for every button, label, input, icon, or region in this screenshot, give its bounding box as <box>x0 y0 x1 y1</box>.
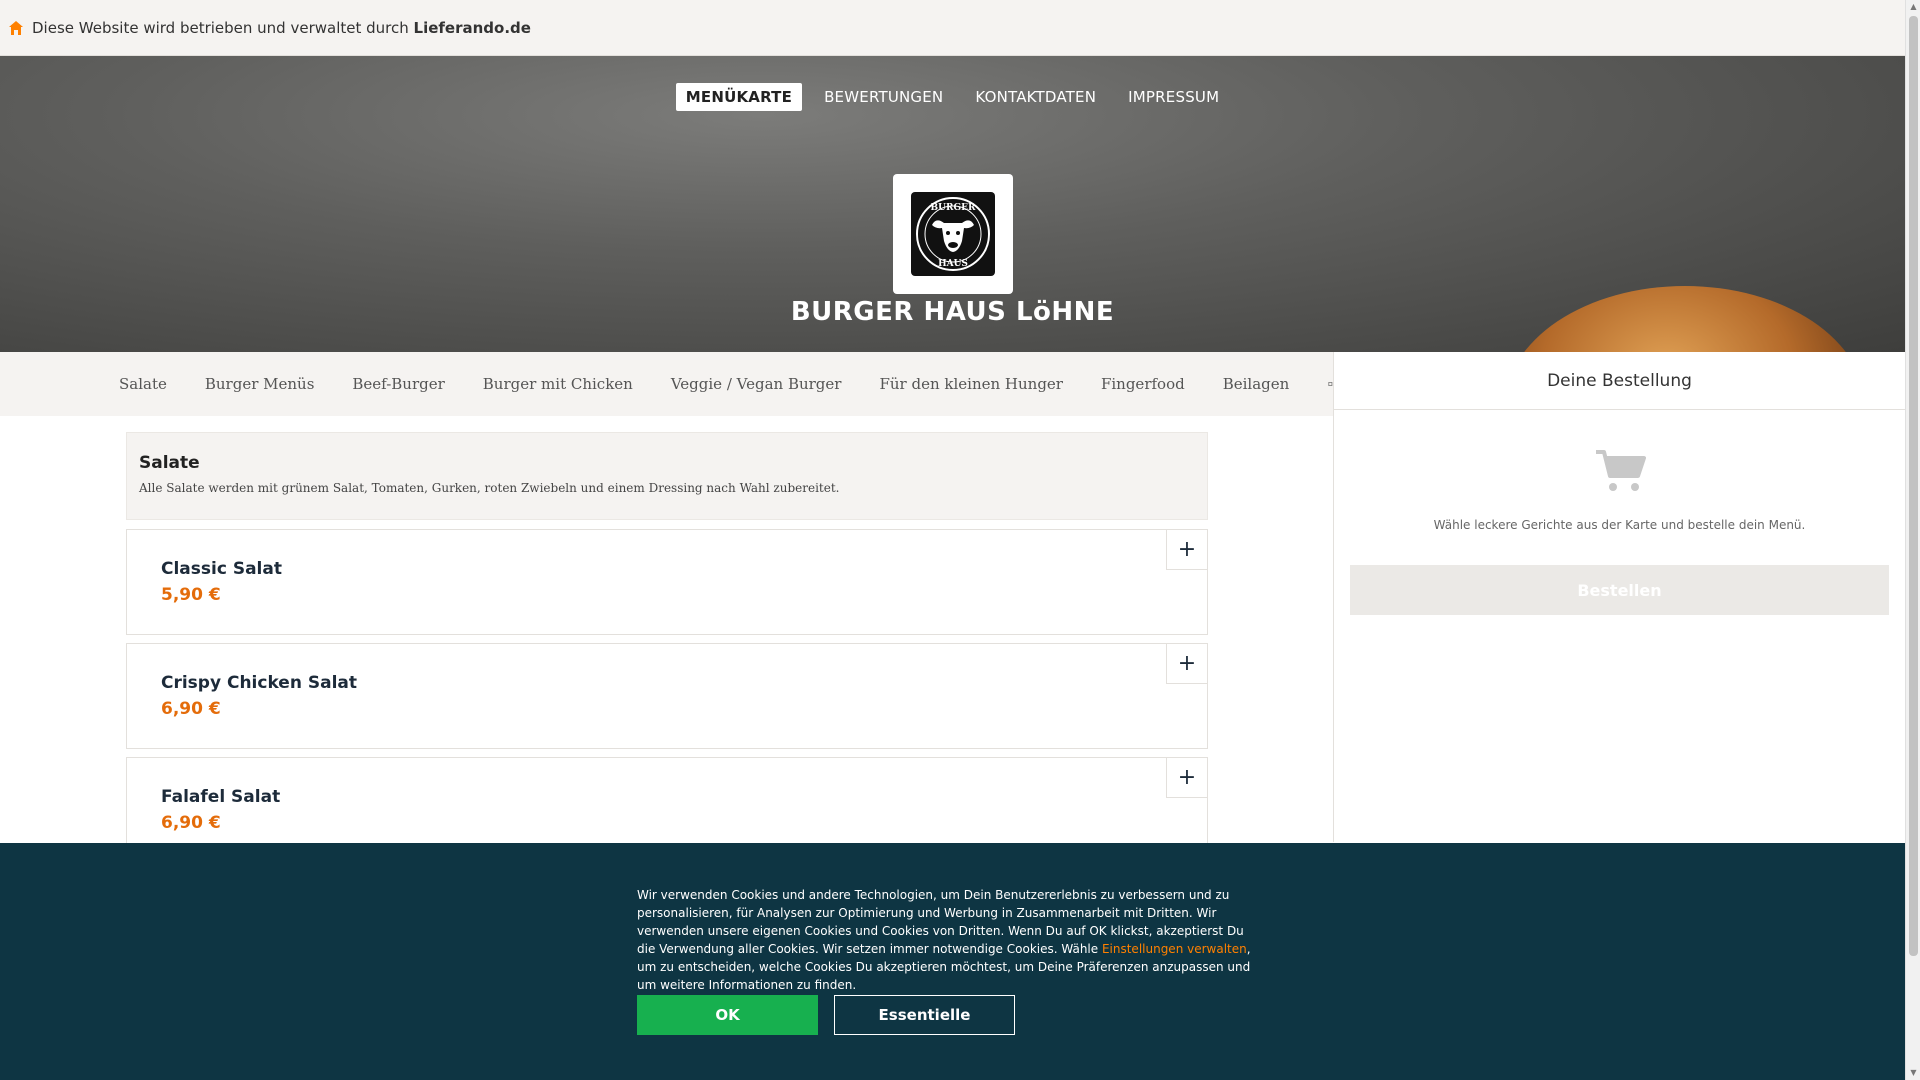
category-navigation: Salate Burger Menüs Beef-Burger Burger m… <box>0 352 1333 416</box>
hero-banner: MENÜKARTE BEWERTUNGEN KONTAKTDATEN IMPRE… <box>0 56 1905 352</box>
tab-impressum[interactable]: IMPRESSUM <box>1118 83 1229 111</box>
category-fuer-den-kleinen-hunger[interactable]: Für den kleinen Hunger <box>879 375 1063 393</box>
menu-item-price: 6,90 € <box>161 813 221 833</box>
category-burger-mit-chicken[interactable]: Burger mit Chicken <box>483 375 633 393</box>
cookie-ok-button[interactable]: OK <box>637 995 818 1035</box>
scroll-down-icon[interactable]: ▼ <box>1906 1066 1920 1080</box>
category-burger-menues[interactable]: Burger Menüs <box>205 375 315 393</box>
main-navigation: MENÜKARTE BEWERTUNGEN KONTAKTDATEN IMPRE… <box>0 83 1905 111</box>
add-to-cart-button[interactable]: + <box>1166 530 1207 570</box>
category-beef-burger[interactable]: Beef-Burger <box>352 375 444 393</box>
bull-logo-icon: BURGER HAUS <box>916 197 990 271</box>
restaurant-logo: BURGER HAUS <box>893 174 1013 294</box>
menu-item-name: Classic Salat <box>161 559 282 579</box>
house-icon <box>9 20 23 35</box>
page-scrollbar[interactable]: ▲ ▼ <box>1905 0 1920 1080</box>
menu-item-name: Falafel Salat <box>161 787 281 807</box>
menu-item-name: Crispy Chicken Salat <box>161 673 357 693</box>
restaurant-name: BURGER HAUS LöHNE <box>790 297 1115 327</box>
scrollbar-thumb[interactable] <box>1909 16 1918 956</box>
order-button[interactable]: Bestellen <box>1350 565 1889 615</box>
tab-bewertungen[interactable]: BEWERTUNGEN <box>814 83 953 111</box>
cookie-consent-banner: Wir verwenden Cookies und andere Technol… <box>0 843 1905 1080</box>
section-description: Alle Salate werden mit grünem Salat, Tom… <box>139 481 840 495</box>
logo-text-bottom: HAUS <box>938 259 968 269</box>
menu-item[interactable]: Classic Salat 5,90 € + <box>126 529 1208 635</box>
cookie-settings-link[interactable]: Einstellungen verwalten <box>1102 942 1247 956</box>
notice-text: Diese Website wird betrieben und verwalt… <box>32 18 414 37</box>
shopping-cart-icon <box>1596 450 1646 491</box>
menu-item-price: 6,90 € <box>161 699 221 719</box>
order-basket: Deine Bestellung Wähle leckere Gerichte … <box>1334 352 1905 842</box>
tab-kontaktdaten[interactable]: KONTAKTDATEN <box>965 83 1106 111</box>
category-beilagen[interactable]: Beilagen <box>1223 375 1290 393</box>
category-salate[interactable]: Salate <box>119 375 167 393</box>
notice-brand: Lieferando.de <box>413 18 531 37</box>
basket-empty-text: Wähle leckere Gerichte aus der Karte und… <box>1433 518 1806 532</box>
add-to-cart-button[interactable]: + <box>1166 758 1207 798</box>
basket-title: Deine Bestellung <box>1334 352 1905 410</box>
cookie-essential-button[interactable]: Essentielle <box>834 995 1015 1035</box>
scroll-up-icon[interactable]: ▲ <box>1906 0 1920 14</box>
cookie-text: Wir verwenden Cookies und andere Technol… <box>637 886 1262 994</box>
menu-item[interactable]: Crispy Chicken Salat 6,90 € + <box>126 643 1208 749</box>
logo-emblem: BURGER HAUS <box>911 192 995 276</box>
category-fingerfood[interactable]: Fingerfood <box>1101 375 1185 393</box>
category-veggie-vegan-burger[interactable]: Veggie / Vegan Burger <box>671 375 842 393</box>
lieferando-notice-bar: Diese Website wird betrieben und verwalt… <box>0 0 1905 56</box>
menu-item-price: 5,90 € <box>161 585 221 605</box>
tab-menuekarte[interactable]: MENÜKARTE <box>675 83 803 111</box>
section-title: Salate <box>139 453 200 473</box>
category-section-header: Salate Alle Salate werden mit grünem Sal… <box>126 432 1208 520</box>
add-to-cart-button[interactable]: + <box>1166 644 1207 684</box>
logo-text-top: BURGER <box>931 203 976 213</box>
